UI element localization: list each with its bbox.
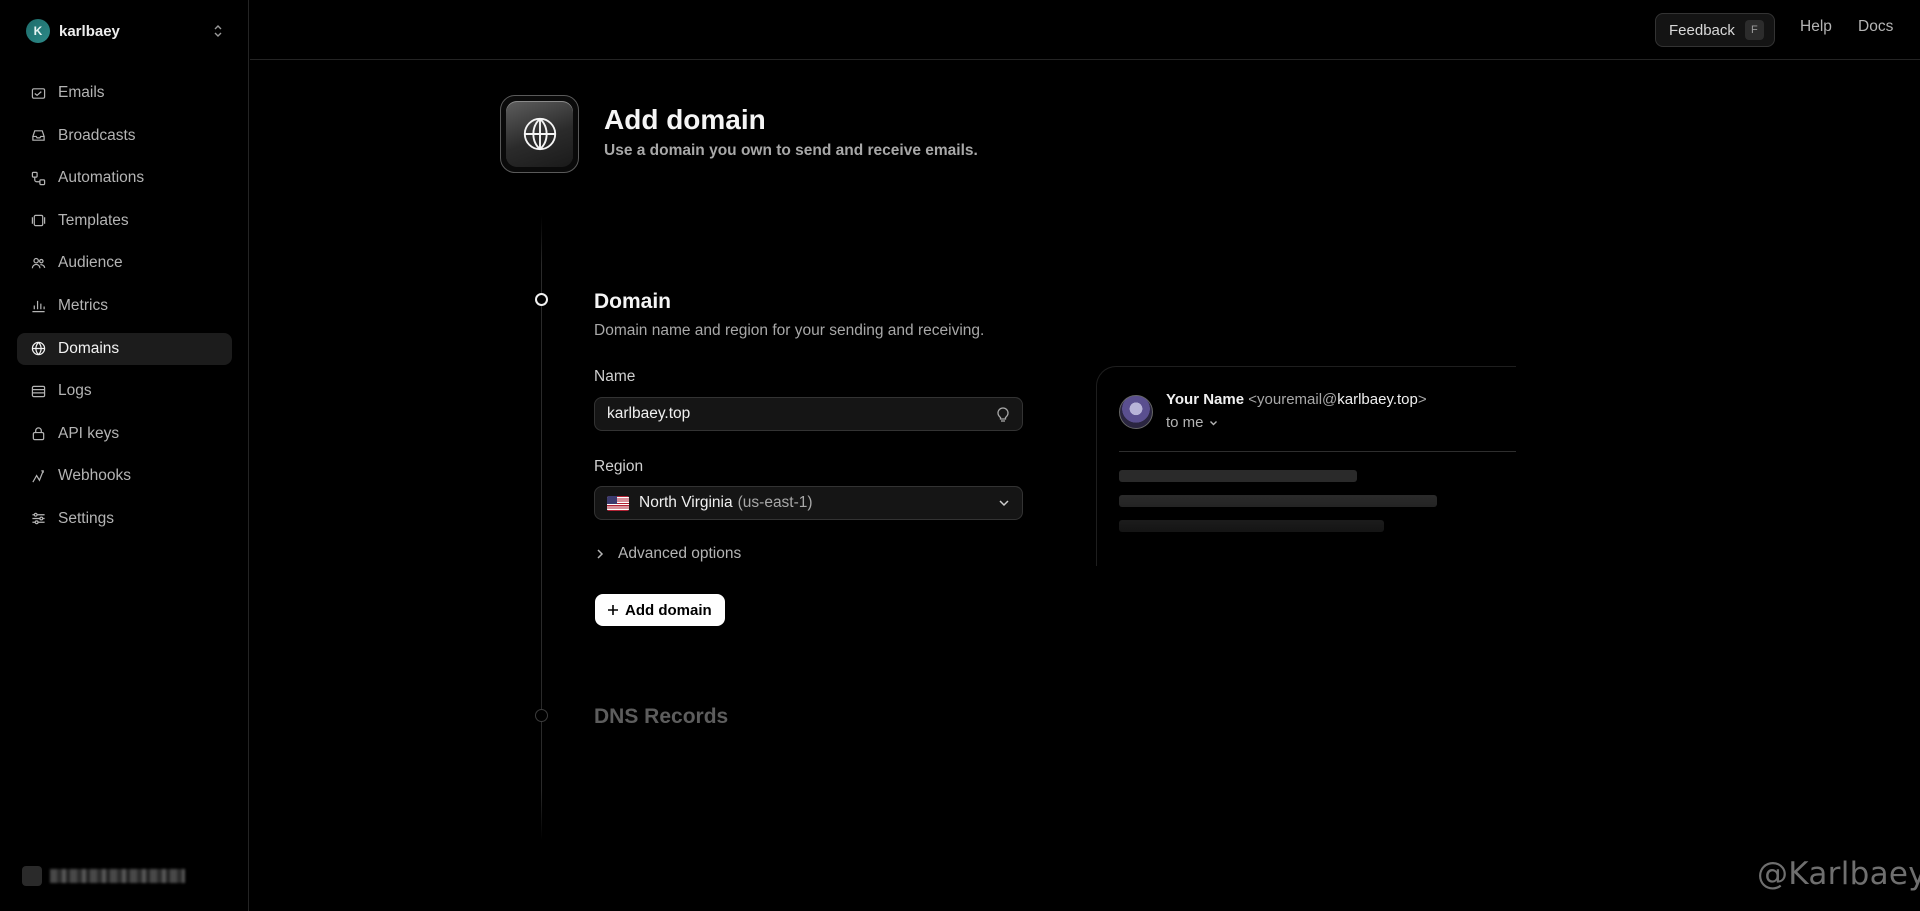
sidebar-item-webhooks[interactable]: Webhooks — [17, 460, 232, 492]
users-icon — [31, 257, 46, 269]
docs-link[interactable]: Docs — [1858, 18, 1893, 36]
sender-line: Your Name <youremail@karlbaey.top> — [1166, 391, 1427, 408]
sender-address-suffix: > — [1417, 391, 1427, 408]
domain-section-description: Domain name and region for your sending … — [594, 322, 985, 339]
sender-address-domain: karlbaey.top — [1337, 391, 1418, 408]
feedback-label: Feedback — [1669, 21, 1735, 39]
team-name: karlbaey — [59, 22, 120, 40]
sidebar-item-metrics[interactable]: Metrics — [17, 290, 232, 322]
sidebar-item-domains[interactable]: Domains — [17, 332, 232, 365]
mail-icon — [31, 87, 46, 99]
region-name: North Virginia — [639, 494, 733, 511]
sidebar-item-label: API keys — [58, 424, 120, 442]
add-domain-label: Add domain — [625, 601, 712, 619]
sidebar-item-label: Logs — [58, 382, 92, 400]
help-link[interactable]: Help — [1800, 18, 1832, 36]
sidebar-item-templates[interactable]: Templates — [17, 205, 232, 237]
lightbulb-icon[interactable] — [996, 406, 1010, 423]
recipient-label: to me — [1166, 414, 1204, 431]
sidebar-item-settings[interactable]: Settings — [17, 503, 232, 535]
add-domain-button[interactable]: Add domain — [595, 594, 725, 626]
region-label: Region — [594, 458, 644, 475]
preview-divider — [1119, 451, 1516, 452]
globe-icon — [31, 341, 46, 356]
step-indicator-pending — [535, 709, 548, 722]
sidebar-item-logs[interactable]: Logs — [17, 375, 232, 407]
chevron-down-icon — [1209, 420, 1217, 425]
plus-icon — [608, 605, 618, 615]
domain-name-value: karlbaey.top — [607, 405, 691, 422]
dns-section-title: DNS Records — [594, 705, 729, 728]
globe-icon — [523, 117, 556, 151]
sender-address-prefix: <youremail@ — [1248, 391, 1338, 408]
name-label: Name — [594, 368, 636, 385]
sidebar-item-label: Settings — [58, 509, 115, 527]
sidebar-item-label: Automations — [58, 169, 145, 187]
page-title: Add domain — [604, 104, 766, 135]
watermark: @Karlbaey — [1757, 856, 1920, 892]
steps-timeline — [541, 215, 542, 840]
sidebar-item-api-keys[interactable]: API keys — [17, 418, 232, 450]
sidebar-item-label: Domains — [58, 339, 120, 357]
sidebar-item-label: Broadcasts — [58, 126, 136, 144]
skeleton-line — [1119, 470, 1357, 482]
email-preview-card: Your Name <youremail@karlbaey.top> to me — [1096, 366, 1516, 566]
chevron-up-down-icon — [214, 25, 222, 37]
recipient-line: to me — [1166, 414, 1218, 431]
sidebar-item-broadcasts[interactable]: Broadcasts — [17, 120, 232, 152]
chevron-right-icon — [597, 549, 604, 559]
us-flag-icon — [607, 495, 629, 511]
domain-section-title: Domain — [594, 290, 672, 313]
sidebar-item-label: Templates — [58, 211, 129, 229]
workflow-icon — [31, 171, 46, 185]
page-subtitle: Use a domain you own to send and receive… — [604, 142, 978, 159]
advanced-options-toggle[interactable]: Advanced options — [596, 545, 741, 563]
skeleton-line — [1119, 495, 1437, 507]
chevron-down-icon — [999, 500, 1009, 507]
webhook-icon — [32, 470, 44, 483]
lock-icon — [32, 427, 45, 441]
sender-avatar — [1119, 395, 1153, 429]
topbar: Feedback F Help Docs — [250, 0, 1920, 60]
domain-name-input[interactable]: karlbaey.top — [594, 397, 1023, 431]
advanced-options-label: Advanced options — [618, 545, 742, 562]
sidebar-item-automations[interactable]: Automations — [17, 162, 232, 194]
sender-name: Your Name — [1166, 391, 1245, 408]
redacted-user-email — [50, 869, 185, 883]
logs-icon — [31, 385, 46, 397]
sidebar-item-label: Emails — [58, 84, 105, 101]
region-select[interactable]: North Virginia (us-east-1) — [594, 486, 1023, 520]
skeleton-line — [1119, 520, 1384, 532]
domain-hero-icon — [500, 95, 579, 173]
template-icon — [31, 215, 46, 227]
keyboard-shortcut-badge: F — [1744, 20, 1764, 40]
team-avatar: K — [26, 19, 50, 43]
sidebar-item-label: Metrics — [58, 296, 108, 314]
sidebar: K karlbaey Emails Broadcasts Automations… — [0, 0, 249, 911]
team-switcher[interactable]: K karlbaey — [26, 19, 224, 43]
sliders-icon — [32, 513, 45, 525]
region-code: (us-east-1) — [737, 494, 813, 511]
feedback-button[interactable]: Feedback F — [1655, 13, 1775, 47]
sidebar-item-emails[interactable]: Emails — [17, 77, 232, 109]
sidebar-item-label: Audience — [58, 254, 123, 272]
sidebar-item-label: Webhooks — [58, 467, 131, 485]
user-avatar — [22, 866, 42, 886]
step-indicator-active — [535, 293, 548, 306]
bar-chart-icon — [32, 301, 45, 313]
inbox-icon — [32, 130, 45, 141]
sidebar-nav: Emails Broadcasts Automations Templates … — [17, 77, 232, 546]
sidebar-item-audience[interactable]: Audience — [17, 247, 232, 279]
user-menu[interactable] — [22, 866, 185, 886]
